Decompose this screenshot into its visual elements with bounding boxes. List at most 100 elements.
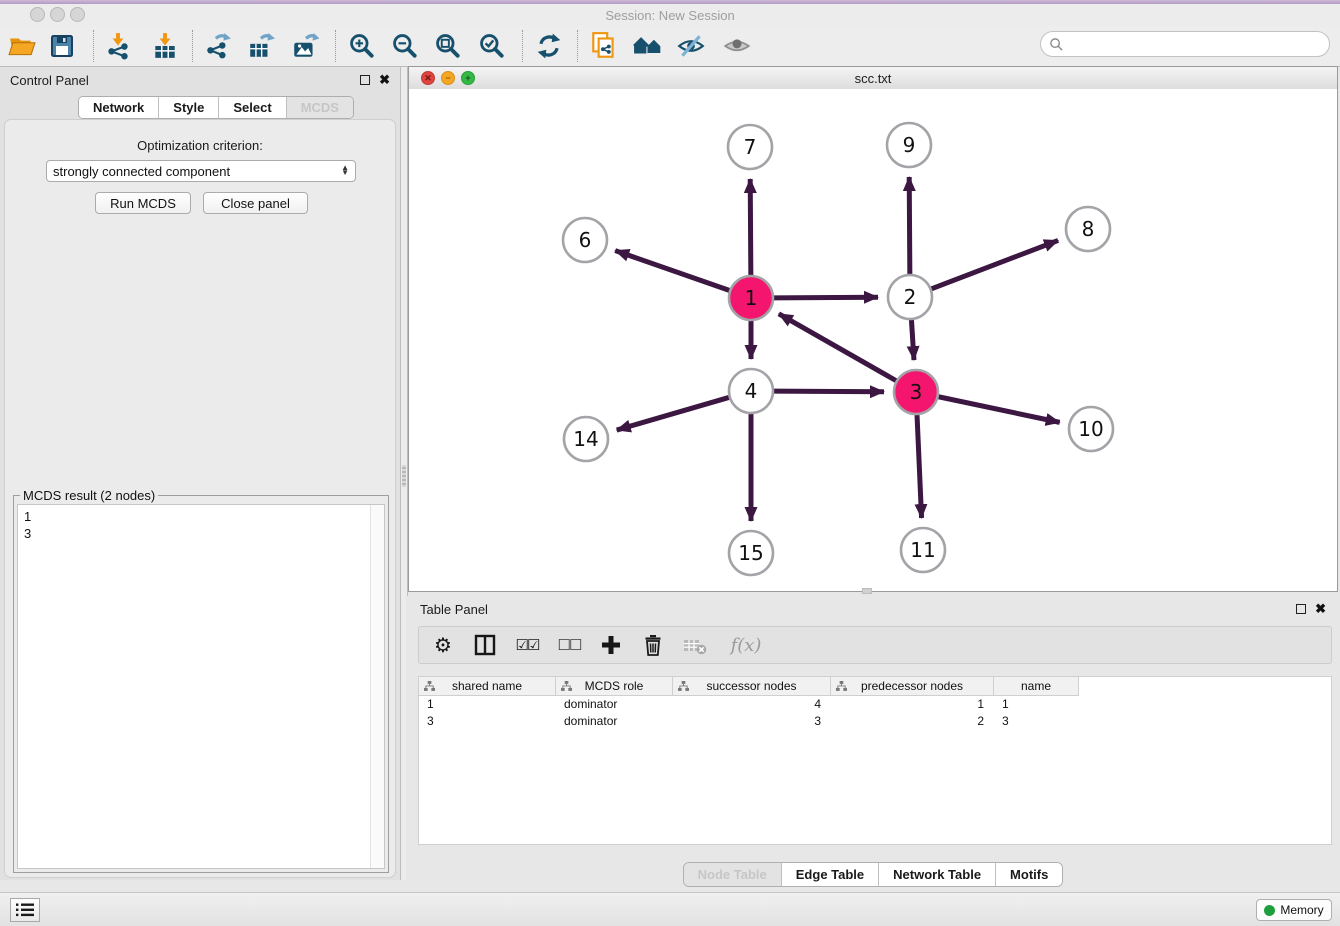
table-row[interactable]: 1dominator411 <box>419 696 1331 713</box>
export-image-icon[interactable] <box>290 31 320 61</box>
close-panel-icon[interactable]: ✖ <box>379 75 390 85</box>
close-panel-button[interactable]: Close panel <box>203 192 308 214</box>
graph-edge-4-14[interactable] <box>617 397 729 430</box>
graph-edge-2-3[interactable] <box>911 320 914 360</box>
graph-edge-1-6[interactable] <box>615 251 729 291</box>
open-file-icon[interactable] <box>7 31 37 61</box>
graph-edge-3-10[interactable] <box>939 397 1060 423</box>
tab-edge-table[interactable]: Edge Table <box>782 863 879 886</box>
toolbar-separator <box>335 30 336 62</box>
tab-style[interactable]: Style <box>159 97 219 118</box>
network-window-titlebar[interactable]: ✕ − + scc.txt <box>409 67 1337 90</box>
run-mcds-button[interactable]: Run MCDS <box>95 192 191 214</box>
network-canvas[interactable]: 7968124314101511 <box>409 89 1337 591</box>
column-header-predecessor-nodes[interactable]: predecessor nodes <box>831 677 994 696</box>
select-all-checks-icon[interactable]: ☑☑ <box>513 631 541 659</box>
cell-shared-name[interactable]: 1 <box>419 696 556 713</box>
cell-predecessor-nodes[interactable]: 1 <box>831 696 994 713</box>
float-table-panel-icon[interactable] <box>1296 604 1306 614</box>
mcds-result-lines: 13 <box>18 505 370 868</box>
search-input[interactable] <box>1064 36 1329 53</box>
add-column-icon[interactable] <box>597 631 625 659</box>
hierarchy-icon <box>678 681 689 692</box>
tab-motifs[interactable]: Motifs <box>996 863 1062 886</box>
status-bar: Memory <box>0 892 1340 926</box>
cell-MCDS-role[interactable]: dominator <box>556 696 673 713</box>
graph-edge-2-8[interactable] <box>931 240 1058 288</box>
control-panel: Control Panel ✖ NetworkStyleSelectMCDS O… <box>0 67 400 880</box>
cell-predecessor-nodes[interactable]: 2 <box>831 713 994 730</box>
mcds-result-group: MCDS result (2 nodes) 13 <box>13 495 389 873</box>
graph-edge-3-11[interactable] <box>917 415 922 518</box>
tab-select[interactable]: Select <box>219 97 286 118</box>
clear-checks-icon[interactable]: ☐☐ <box>555 631 583 659</box>
control-panel-header: Control Panel ✖ <box>0 67 400 93</box>
table-header-row: shared name MCDS role successor nodes prede… <box>419 677 1331 696</box>
cell-name[interactable]: 1 <box>994 696 1079 713</box>
graph-edge-3-1[interactable] <box>779 314 896 381</box>
float-panel-icon[interactable] <box>360 75 370 85</box>
clone-network-icon[interactable] <box>589 31 619 61</box>
column-header-name[interactable]: name <box>994 677 1079 696</box>
search-field[interactable] <box>1040 31 1330 57</box>
table-panel-header: Table Panel ✖ <box>406 596 1340 622</box>
tab-network[interactable]: Network <box>79 97 159 118</box>
split-columns-icon[interactable] <box>471 631 499 659</box>
zoom-fit-icon[interactable] <box>433 31 463 61</box>
save-session-icon[interactable] <box>47 31 77 61</box>
column-label: shared name <box>452 679 522 693</box>
mcds-result-textarea[interactable]: 13 <box>17 504 385 869</box>
close-table-panel-icon[interactable]: ✖ <box>1315 604 1326 614</box>
refresh-layout-icon[interactable] <box>534 31 564 61</box>
cell-name[interactable]: 3 <box>994 713 1079 730</box>
zoom-out-icon[interactable] <box>390 31 420 61</box>
cell-successor-nodes[interactable]: 3 <box>673 713 831 730</box>
zoom-network-icon[interactable]: + <box>461 71 475 85</box>
result-scrollbar[interactable] <box>370 505 384 868</box>
graph-edge-1-7[interactable] <box>750 179 751 275</box>
task-history-button[interactable] <box>10 898 40 922</box>
optimization-criterion-select[interactable]: strongly connected component ▲▼ <box>46 160 356 182</box>
cell-MCDS-role[interactable]: dominator <box>556 713 673 730</box>
column-header-shared-name[interactable]: shared name <box>419 677 556 696</box>
memory-button[interactable]: Memory <box>1256 899 1332 921</box>
result-line: 1 <box>24 508 364 525</box>
minimize-network-icon[interactable]: − <box>441 71 455 85</box>
graph-node-label: 8 <box>1082 217 1095 241</box>
table-panel-title: Table Panel <box>420 602 1296 617</box>
close-window-icon[interactable] <box>30 7 45 22</box>
horizontal-splitter-grip[interactable] <box>862 588 872 594</box>
column-label: successor nodes <box>706 679 796 693</box>
import-network-icon[interactable] <box>103 31 133 61</box>
home-view-icon[interactable] <box>633 31 663 61</box>
cell-shared-name[interactable]: 3 <box>419 713 556 730</box>
memory-status-icon <box>1264 905 1275 916</box>
table-row[interactable]: 3dominator323 <box>419 713 1331 730</box>
splitter-grip[interactable] <box>402 465 406 487</box>
graph-edge-2-9[interactable] <box>909 177 910 274</box>
column-header-MCDS-role[interactable]: MCDS role <box>556 677 673 696</box>
close-network-icon[interactable]: ✕ <box>421 71 435 85</box>
settings-gear-icon[interactable]: ⚙ <box>429 631 457 659</box>
export-network-icon[interactable] <box>203 31 233 61</box>
graph-edge-1-2[interactable] <box>774 297 878 298</box>
result-line: 3 <box>24 525 364 542</box>
show-all-eye-icon[interactable] <box>722 31 752 61</box>
column-header-successor-nodes[interactable]: successor nodes <box>673 677 831 696</box>
tab-node-table[interactable]: Node Table <box>684 863 782 886</box>
mcds-panel: Optimization criterion: strongly connect… <box>4 119 396 878</box>
list-icon <box>16 903 34 917</box>
maximize-window-icon[interactable] <box>70 7 85 22</box>
hide-selected-eye-icon[interactable] <box>676 31 706 61</box>
import-table-icon[interactable] <box>150 31 180 61</box>
delete-column-trash-icon[interactable] <box>639 631 667 659</box>
tab-mcds[interactable]: MCDS <box>287 97 353 118</box>
tab-network-table[interactable]: Network Table <box>879 863 996 886</box>
zoom-selected-icon[interactable] <box>477 31 507 61</box>
zoom-in-icon[interactable] <box>347 31 377 61</box>
hierarchy-icon <box>561 681 572 692</box>
cell-successor-nodes[interactable]: 4 <box>673 696 831 713</box>
export-table-icon[interactable] <box>246 31 276 61</box>
minimize-window-icon[interactable] <box>50 7 65 22</box>
graph-edge-4-3[interactable] <box>774 391 884 392</box>
